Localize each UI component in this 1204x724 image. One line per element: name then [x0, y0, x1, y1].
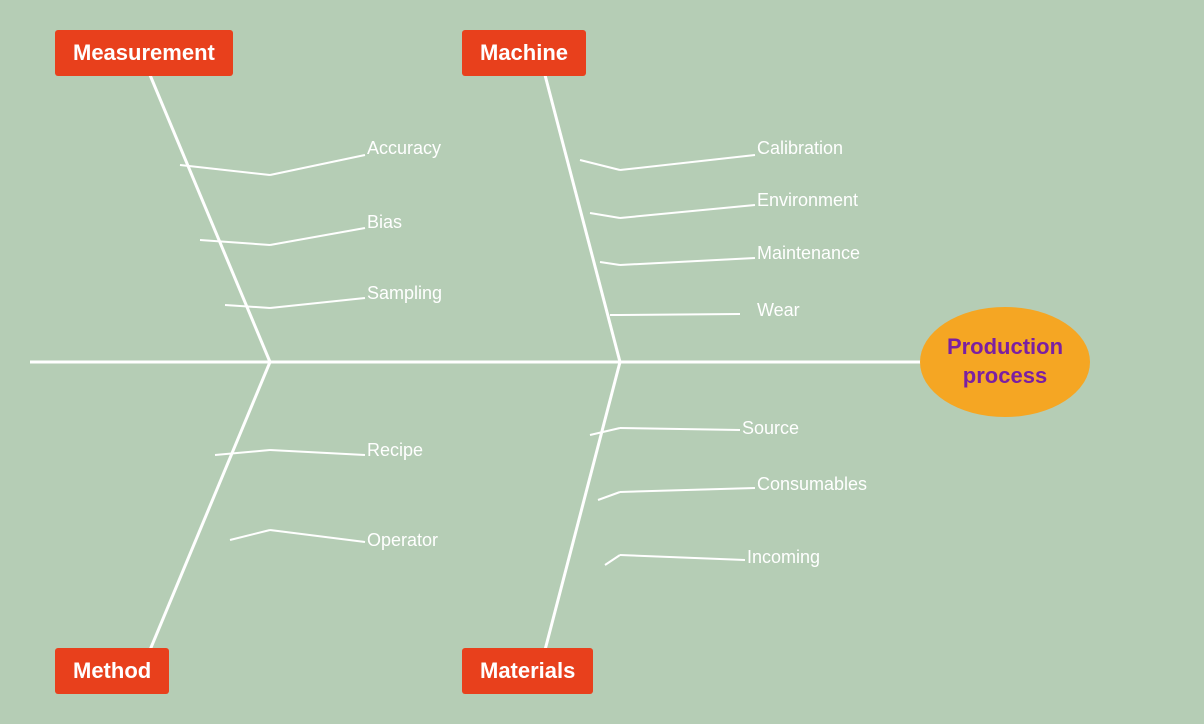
production-process-label: Productionprocess [947, 333, 1063, 390]
wear-label: Wear [757, 300, 800, 321]
method-box: Method [55, 648, 169, 694]
operator-label: Operator [367, 530, 438, 551]
sampling-label: Sampling [367, 283, 442, 304]
bias-label: Bias [367, 212, 402, 233]
calibration-label: Calibration [757, 138, 843, 159]
production-process-oval: Productionprocess [920, 307, 1090, 417]
materials-box: Materials [462, 648, 593, 694]
environment-label: Environment [757, 190, 858, 211]
source-label: Source [742, 418, 799, 439]
machine-box: Machine [462, 30, 586, 76]
consumables-label: Consumables [757, 474, 867, 495]
measurement-box: Measurement [55, 30, 233, 76]
maintenance-label: Maintenance [757, 243, 860, 264]
incoming-label: Incoming [747, 547, 820, 568]
accuracy-label: Accuracy [367, 138, 441, 159]
recipe-label: Recipe [367, 440, 423, 461]
